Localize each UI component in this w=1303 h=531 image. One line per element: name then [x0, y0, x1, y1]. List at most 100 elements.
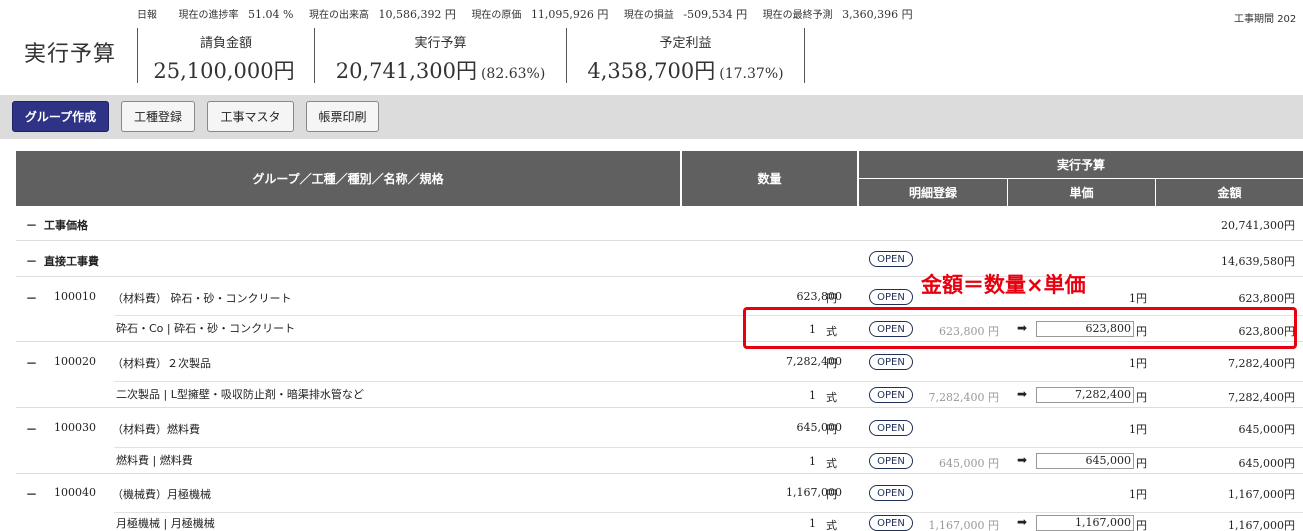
table-row: － 100030 （材料費）燃料費 645,000 円 OPEN 1円 645,…: [16, 408, 1303, 447]
summary-execution-budget: 実行予算 20,741,300円 (82.63%): [314, 28, 566, 83]
row-name: （材料費）燃料費: [112, 423, 200, 436]
row-qty: 1: [809, 455, 816, 468]
summary-label: 請負金額: [199, 36, 252, 51]
stat-label-final-forecast: 現在の最終予測: [762, 10, 833, 21]
annotation-formula: 金額＝数量×単価: [921, 273, 1086, 297]
construction-period: 工事期間 202: [1234, 10, 1296, 25]
table-header: グループ／工種／種別／名称／規格 数量 実行予算 明細登録 単価 金額: [16, 151, 1303, 206]
open-button[interactable]: OPEN: [869, 251, 913, 267]
row-name: 工事価格: [44, 219, 88, 232]
row-unit: 式: [826, 519, 837, 531]
period-label: 工事期間: [1234, 14, 1274, 25]
stat-label-progress: 現在の進捗率: [178, 10, 239, 21]
row-amount: 14,639,580円: [1221, 255, 1295, 268]
unit-price-input[interactable]: 1,167,000: [1036, 515, 1134, 531]
page-title: 実行予算: [24, 42, 117, 67]
open-button[interactable]: OPEN: [869, 289, 913, 305]
open-button[interactable]: OPEN: [869, 485, 913, 501]
work-type-register-button[interactable]: 工種登録: [121, 101, 195, 132]
row-unit-price: 1円: [1129, 488, 1147, 501]
stat-value-progress: 51.04 %: [248, 8, 294, 21]
open-button[interactable]: OPEN: [869, 354, 913, 370]
row-amount: 645,000円: [1238, 423, 1296, 436]
row-code: 100010: [54, 290, 96, 303]
row-unit: 円: [826, 357, 837, 370]
row-name: （材料費）２次製品: [112, 357, 211, 370]
stat-value-output: 10,586,392 円: [378, 8, 456, 21]
row-amount: 7,282,400円: [1228, 357, 1295, 370]
unit-price-input[interactable]: 645,000: [1036, 453, 1134, 469]
row-name: 燃料費 | 燃料費: [116, 454, 193, 467]
collapse-toggle[interactable]: －: [26, 355, 37, 371]
row-unit: 式: [826, 457, 837, 470]
row-code: 100040: [54, 486, 96, 499]
row-reference-price: 7,282,400 円: [928, 391, 999, 404]
col-header-amount: 金額: [1217, 186, 1242, 200]
row-unit-price: 1円: [1129, 292, 1147, 305]
unit-price-input[interactable]: 7,282,400: [1036, 387, 1134, 403]
summary-label: 予定利益: [659, 36, 712, 51]
row-unit-price: 1円: [1129, 423, 1147, 436]
collapse-toggle[interactable]: －: [26, 486, 37, 502]
summary-value: 4,358,700円 (17.37%): [587, 59, 784, 83]
arrow-right-icon: ➡: [1017, 515, 1028, 529]
col-header-qty: 数量: [757, 172, 782, 186]
open-button[interactable]: OPEN: [869, 453, 913, 469]
stat-value-profit-loss: -509,534 円: [683, 8, 748, 21]
summary-value: 25,100,000円: [153, 59, 295, 83]
open-button[interactable]: OPEN: [869, 420, 913, 436]
work-master-button[interactable]: 工事マスタ: [207, 101, 294, 132]
row-unit: 円: [826, 488, 837, 501]
summary-value: 20,741,300円 (82.63%): [335, 59, 546, 83]
row-yen: 円: [1136, 391, 1147, 404]
table-row: 二次製品 | L型擁壁・吸収防止剤・暗渠排水管など 1 式 OPEN 7,282…: [16, 381, 1303, 408]
collapse-toggle[interactable]: －: [26, 290, 37, 306]
table-row: 燃料費 | 燃料費 1 式 OPEN 645,000 円 ➡ 645,000 円…: [16, 447, 1303, 474]
open-button[interactable]: OPEN: [869, 515, 913, 531]
col-header-budget: 実行予算: [1056, 158, 1105, 172]
toolbar: グループ作成 工種登録 工事マスタ 帳票印刷: [0, 95, 1303, 139]
row-yen: 円: [1136, 457, 1147, 470]
period-value: 202: [1277, 14, 1297, 25]
arrow-right-icon: ➡: [1017, 387, 1028, 401]
row-amount: 7,282,400円: [1228, 391, 1295, 404]
col-header-unit-price: 単価: [1069, 186, 1094, 200]
summary-planned-profit: 予定利益 4,358,700円 (17.37%): [566, 28, 805, 83]
stat-label-output: 現在の出来高: [308, 10, 369, 21]
row-qty: 1: [809, 389, 816, 402]
row-code: 100020: [54, 355, 96, 368]
form-print-button[interactable]: 帳票印刷: [306, 101, 379, 132]
row-qty: 1: [809, 517, 816, 530]
row-name: （材料費） 砕石・砂・コンクリート: [112, 292, 292, 305]
table-row: － 直接工事費 OPEN 14,639,580円: [16, 241, 1303, 277]
open-button[interactable]: OPEN: [869, 387, 913, 403]
row-yen: 円: [1136, 519, 1147, 531]
collapse-toggle[interactable]: －: [26, 217, 37, 233]
row-reference-price: 1,167,000 円: [928, 519, 999, 531]
stat-label-daily-report: 日報: [137, 10, 157, 21]
row-unit: 円: [826, 292, 837, 305]
stat-label-cost: 現在の原価: [471, 10, 522, 21]
collapse-toggle[interactable]: －: [26, 421, 37, 437]
collapse-toggle[interactable]: －: [26, 253, 37, 269]
arrow-right-icon: ➡: [1017, 453, 1028, 467]
row-name: 二次製品 | L型擁壁・吸収防止剤・暗渠排水管など: [116, 388, 364, 401]
row-amount: 1,167,000円: [1228, 519, 1295, 531]
row-name: 直接工事費: [44, 255, 99, 268]
row-amount: 645,000円: [1238, 457, 1296, 470]
col-header-detail: 明細登録: [908, 186, 957, 200]
stat-label-profit-loss: 現在の損益: [623, 10, 674, 21]
table-row: 月極機械 | 月極機械 1 式 OPEN 1,167,000 円 ➡ 1,167…: [16, 512, 1303, 531]
table-row: － 100040 （機械費）月極機械 1,167,000 円 OPEN 1円 1…: [16, 474, 1303, 512]
row-reference-price: 645,000 円: [939, 457, 999, 470]
row-unit: 円: [826, 423, 837, 436]
group-create-button[interactable]: グループ作成: [12, 101, 109, 132]
row-amount: 20,741,300円: [1221, 219, 1295, 232]
row-name: 月極機械 | 月極機械: [116, 517, 215, 530]
col-header-name: グループ／工種／種別／名称／規格: [252, 172, 444, 186]
row-amount: 1,167,000円: [1228, 488, 1295, 501]
status-bar: 日報 現在の進捗率 51.04 % 現在の出来高 10,586,392 円 現在…: [137, 6, 925, 22]
summary-contract-amount: 請負金額 25,100,000円: [137, 28, 314, 83]
row-name: 砕石・Co | 砕石・砂・コンクリート: [116, 322, 296, 335]
row-code: 100030: [54, 421, 96, 434]
